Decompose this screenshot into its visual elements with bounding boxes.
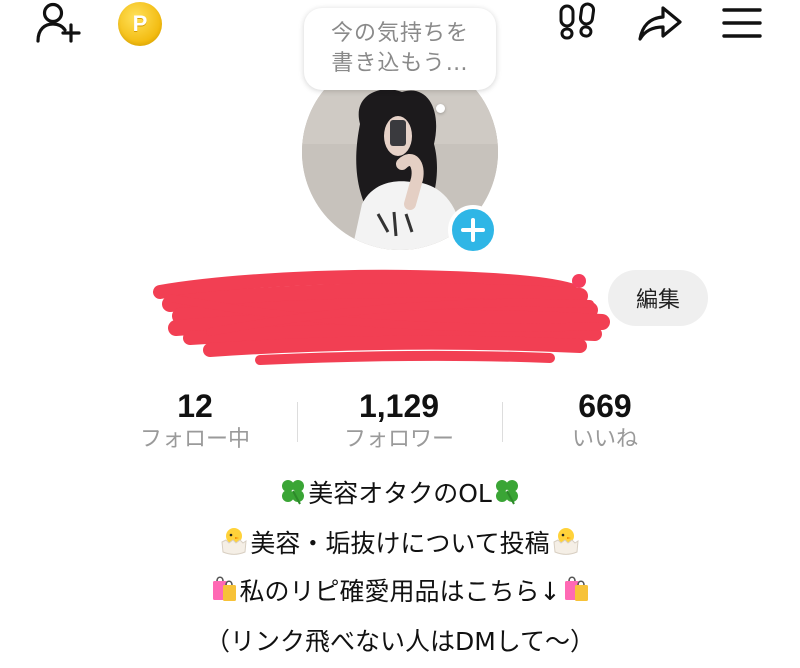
stat-likes[interactable]: 669 いいね: [520, 388, 690, 454]
four-leaf-clover-icon: [278, 476, 308, 512]
footprints-icon[interactable]: [552, 0, 602, 46]
status-thought-bubble[interactable]: 今の気持ちを 書き込もう…: [304, 8, 496, 90]
stat-followers[interactable]: 1,129 フォロワー: [314, 388, 484, 454]
bio-line-1: 美容オタクのOL: [0, 474, 800, 512]
bio-text-1: 美容オタクのOL: [308, 479, 492, 508]
points-coin-icon[interactable]: P: [118, 2, 162, 46]
notification-dot: [572, 274, 586, 288]
share-icon[interactable]: [634, 0, 686, 46]
hatching-chick-icon: [218, 524, 250, 562]
bio-text-4: （リンク飛べない人はDMして〜）: [204, 627, 596, 656]
bubble-text-line2: 書き込もう…: [331, 51, 469, 76]
redacted-name-scribble: [150, 262, 610, 377]
stat-divider: [502, 402, 503, 442]
profile-screen: P 今の気持ちを 書き込もう… 編集 12 フォロー中 1,129 フォロワー …: [0, 0, 800, 668]
bubble-tail-dot: [436, 104, 445, 113]
shopping-bags-icon: [560, 572, 592, 610]
add-friend-icon[interactable]: [32, 0, 84, 46]
stat-following[interactable]: 12 フォロー中: [110, 388, 280, 454]
likes-label: いいね: [571, 427, 638, 452]
stat-divider: [297, 402, 298, 442]
shopping-bags-icon: [208, 572, 240, 610]
bio-text-2: 美容・垢抜けについて投稿: [250, 529, 550, 558]
hamburger-menu-icon[interactable]: [716, 0, 768, 46]
hatching-chick-icon: [550, 524, 582, 562]
following-label: フォロー中: [139, 427, 250, 452]
bio-text-3: 私のリピ確愛用品はこちら↓: [239, 577, 561, 606]
four-leaf-clover-icon: [492, 476, 522, 512]
edit-profile-label: 編集: [635, 288, 680, 313]
bio-line-3: 私のリピ確愛用品はこちら↓: [0, 572, 800, 610]
followers-count: 1,129: [358, 388, 440, 424]
bio-line-2: 美容・垢抜けについて投稿: [0, 524, 800, 562]
add-story-button[interactable]: [448, 205, 498, 255]
bubble-text-line1: 今の気持ちを: [330, 21, 469, 46]
likes-count: 669: [578, 388, 632, 424]
followers-label: フォロワー: [343, 427, 454, 452]
following-count: 12: [177, 388, 213, 424]
bio-line-4: （リンク飛べない人はDMして〜）: [0, 622, 800, 658]
points-coin-label: P: [132, 11, 148, 36]
edit-profile-button[interactable]: 編集: [608, 270, 708, 326]
